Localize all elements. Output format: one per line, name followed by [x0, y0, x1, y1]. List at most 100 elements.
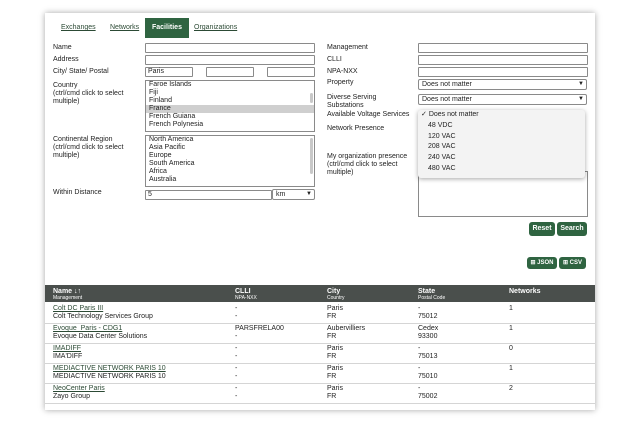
region-hint: (ctrl/cmd click to select multiple) [53, 144, 124, 159]
facility-state: - [418, 365, 421, 372]
facility-clli: - [235, 345, 238, 352]
country-hint: (ctrl/cmd click to select multiple) [53, 90, 124, 105]
table-row: MEDIACTIVE NETWORK PARIS 10 MEDIACTIVE N… [45, 363, 595, 384]
facility-state: - [418, 305, 421, 312]
facility-postal: 75013 [418, 353, 438, 360]
diverse-substations-select[interactable]: Does not matter ▼ [418, 94, 587, 105]
facility-postal: 75010 [418, 373, 438, 380]
tab-organizations[interactable]: Organizations [194, 18, 237, 38]
facility-name-link[interactable]: NeoCenter Paris [53, 385, 105, 393]
region-option[interactable]: Africa [146, 168, 314, 176]
facility-postal: 75012 [418, 313, 438, 320]
voltage-label: Available Voltage Services [327, 111, 410, 118]
facility-clli: - [235, 305, 238, 312]
facility-clli: PARSFRELA00 [235, 325, 284, 332]
facility-clli: - [235, 385, 238, 392]
facility-npanxx: - [235, 313, 238, 320]
npanxx-input[interactable] [418, 67, 588, 77]
region-option[interactable]: Europe [146, 152, 314, 160]
city-state-postal-label: City/ State/ Postal [53, 68, 109, 75]
facility-city: Paris [327, 305, 343, 312]
tab-bar: Exchanges Networks Facilities Organizati… [45, 18, 595, 38]
management-input[interactable] [418, 43, 588, 53]
table-row: NeoCenter Paris Zayo Group - - Paris FR … [45, 383, 595, 404]
property-value: Does not matter [422, 81, 472, 88]
region-option[interactable]: Australia [146, 176, 314, 184]
export-csv-button[interactable]: ⊞ CSV [559, 257, 586, 269]
facility-networks: 1 [509, 365, 513, 372]
facility-npanxx: - [235, 373, 238, 380]
voltage-option[interactable]: 240 VAC [418, 153, 585, 164]
sort-icon[interactable]: ↓↑ [74, 288, 81, 295]
facility-name-link[interactable]: MEDIACTIVE NETWORK PARIS 10 [53, 365, 166, 373]
facility-postal: 93300 [418, 333, 438, 340]
region-label: Continental Region [53, 136, 113, 143]
voltage-option[interactable]: 208 VAC [418, 142, 585, 153]
region-option[interactable]: North America [146, 136, 314, 144]
country-option[interactable]: French Polynesia [146, 121, 314, 129]
col-networks-header[interactable]: Networks [509, 288, 541, 295]
country-scrollbar[interactable] [310, 93, 313, 103]
search-button[interactable]: Search [557, 222, 587, 236]
col-name-header[interactable]: Name ↓↑ Management [53, 288, 82, 301]
city-input[interactable]: Paris [145, 67, 193, 77]
chevron-down-icon: ▼ [578, 81, 584, 87]
export-json-button[interactable]: ⊞ JSON [527, 257, 557, 269]
facility-management: Colt Technology Services Group [53, 313, 153, 320]
voltage-option[interactable]: 120 VAC [418, 132, 585, 143]
facility-state: - [418, 345, 421, 352]
facility-name-link[interactable]: Colt DC Paris III [53, 305, 103, 313]
country-option[interactable]: Fiji [146, 89, 314, 97]
facility-country: FR [327, 353, 337, 360]
name-input[interactable] [145, 43, 315, 53]
voltage-option-selected[interactable]: ✓ Does not matter [418, 110, 585, 121]
voltage-option[interactable]: 480 VAC [418, 164, 585, 175]
chevron-down-icon: ▼ [306, 191, 312, 197]
country-option[interactable]: Finland [146, 97, 314, 105]
table-row: Colt DC Paris III Colt Technology Servic… [45, 303, 595, 324]
facility-management: MEDIACTIVE NETWORK PARIS 10 [53, 373, 166, 380]
facility-name-link[interactable]: IMADIFF [53, 345, 81, 353]
name-label: Name [53, 44, 72, 51]
region-option[interactable]: Asia Pacific [146, 144, 314, 152]
address-label: Address [53, 56, 79, 63]
my-org-presence-label: My organization presence (ctrl/cmd click… [327, 153, 408, 176]
distance-input[interactable]: 5 [145, 190, 272, 200]
clli-input[interactable] [418, 55, 588, 65]
voltage-option[interactable]: 48 VDC [418, 121, 585, 132]
tab-exchanges[interactable]: Exchanges [61, 18, 96, 38]
distance-unit-select[interactable]: km ▼ [272, 189, 315, 200]
col-city-header[interactable]: City Country [327, 288, 345, 301]
diverse-substations-value: Does not matter [422, 96, 472, 103]
table-row: Evoque_Paris - CDG1 Evoque Data Center S… [45, 323, 595, 344]
country-option[interactable]: Faroe Islands [146, 81, 314, 89]
country-option-selected[interactable]: France [146, 105, 314, 113]
state-input[interactable] [206, 67, 254, 77]
facility-city: Paris [327, 365, 343, 372]
postal-input[interactable] [267, 67, 315, 77]
voltage-dropdown-menu: ✓ Does not matter 48 VDC 120 VAC 208 VAC… [418, 110, 585, 178]
results-table-header: Name ↓↑ Management CLLI NPA-NXX City Cou… [45, 285, 595, 302]
facility-name-link[interactable]: Evoque_Paris - CDG1 [53, 325, 122, 333]
property-label: Property [327, 79, 354, 86]
property-select[interactable]: Does not matter ▼ [418, 79, 587, 90]
tab-facilities[interactable]: Facilities [145, 18, 189, 38]
distance-label: Within Distance [53, 189, 102, 196]
clli-label: CLLI [327, 56, 342, 63]
region-listbox[interactable]: North America Asia Pacific Europe South … [145, 135, 315, 187]
col-state-header[interactable]: State Postal Code [418, 288, 445, 301]
reset-button[interactable]: Reset [529, 222, 555, 236]
tab-networks[interactable]: Networks [110, 18, 139, 38]
facility-country: FR [327, 313, 337, 320]
country-option[interactable]: French Guiana [146, 113, 314, 121]
country-listbox[interactable]: Faroe Islands Fiji Finland France French… [145, 80, 315, 132]
facility-networks: 0 [509, 345, 513, 352]
facility-management: Zayo Group [53, 393, 90, 400]
region-option[interactable]: South America [146, 160, 314, 168]
region-scrollbar[interactable] [310, 138, 313, 174]
facility-networks: 2 [509, 385, 513, 392]
chevron-down-icon: ▼ [578, 96, 584, 102]
table-row: IMADIFF IMA'DIFF - - Paris FR - 75013 0 [45, 343, 595, 364]
address-input[interactable] [145, 55, 315, 65]
col-clli-header[interactable]: CLLI NPA-NXX [235, 288, 257, 301]
